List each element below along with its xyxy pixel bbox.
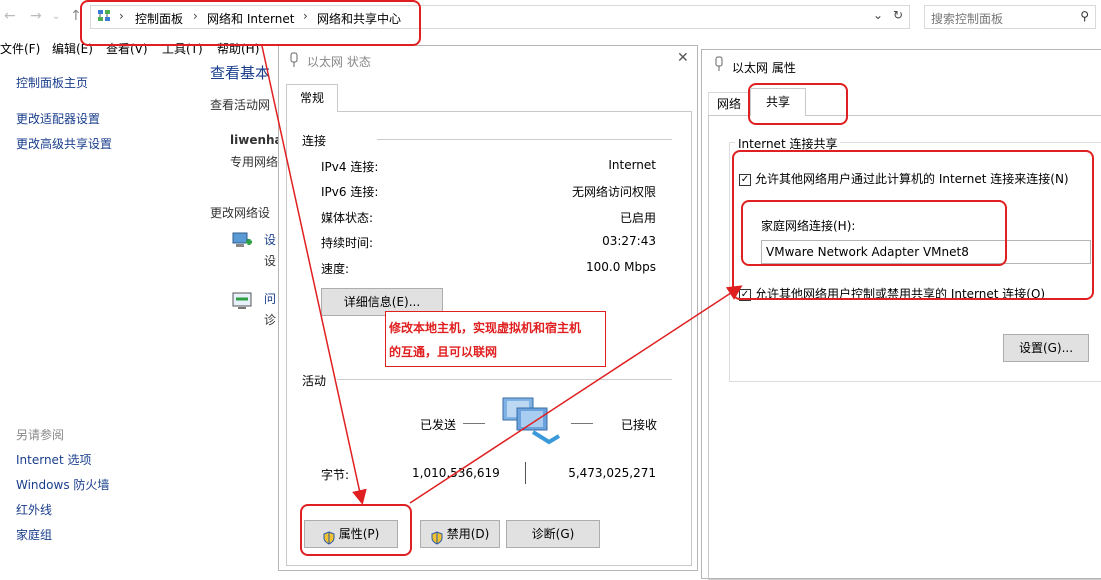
allow-connect-label: 允许其他网络用户通过此计算机的 Internet 连接来连接(N) <box>755 172 1069 186</box>
ethernet-status-dialog: 以太网 状态 ✕ 常规 连接 IPv4 连接: Internet IPv6 连接… <box>278 45 698 571</box>
menu-file[interactable]: 文件(F) <box>0 40 40 57</box>
disable-button-label: 禁用(D) <box>446 527 490 541</box>
see-also-infrared[interactable]: 红外线 <box>16 501 52 518</box>
ipv6-label: IPv6 连接: <box>321 185 379 199</box>
menu-edit[interactable]: 编辑(E) <box>52 40 93 57</box>
see-also-firewall[interactable]: Windows 防火墙 <box>16 476 109 493</box>
bytes-label: 字节: <box>321 468 350 482</box>
see-also-title: 另请参阅 <box>16 428 65 442</box>
tab-sharing[interactable]: 共享 <box>750 88 806 116</box>
active-networks-label: 查看活动网 <box>210 98 271 112</box>
network-name: liwenha <box>230 133 283 147</box>
tab-general[interactable]: 常规 <box>286 84 338 112</box>
breadcrumb-network-internet[interactable]: 网络和 Internet <box>207 10 294 27</box>
breadcrumb-control-panel[interactable]: 控制面板 <box>135 10 183 27</box>
speed-label: 速度: <box>321 262 350 276</box>
control-panel-icon <box>97 9 111 23</box>
see-also-internet-options[interactable]: Internet 选项 <box>16 451 91 468</box>
menu-help[interactable]: 帮助(H) <box>217 40 259 57</box>
menu-bar: 文件(F) 编辑(E) 查看(V) 工具(T) 帮助(H) <box>0 36 280 58</box>
back-icon[interactable]: ← <box>4 8 16 24</box>
breadcrumb-sep-icon: › <box>193 9 198 23</box>
search-input[interactable]: 搜索控制面板 ⚲ <box>924 5 1096 29</box>
duration-label: 持续时间: <box>321 236 374 250</box>
section-divider <box>337 379 672 380</box>
sidebar-item-adapter-settings[interactable]: 更改适配器设置 <box>16 110 100 127</box>
ics-group-title: Internet 连接共享 <box>735 135 841 152</box>
network-type: 专用网络 <box>230 155 279 169</box>
recv-line <box>571 423 593 424</box>
search-placeholder: 搜索控制面板 <box>931 12 1004 26</box>
network-plug-icon <box>289 52 299 68</box>
section-divider <box>377 139 672 140</box>
sharing-tab-panel: Internet 连接共享 ✓ 允许其他网络用户通过此计算机的 Internet … <box>708 115 1101 580</box>
connection-section-title: 连接 <box>302 134 327 148</box>
breadcrumb-sep-icon: › <box>303 9 308 23</box>
troubleshoot-desc: 诊 <box>264 313 277 327</box>
network-plug-icon <box>714 56 724 72</box>
breadcrumb-sep-icon: › <box>119 9 124 23</box>
sent-label: 已发送 <box>420 418 457 432</box>
address-bar-area: ← → ⌄ ↑ › 控制面板 › 网络和 Internet › 网络和共享中心 … <box>0 0 1101 36</box>
annotation-line-1: 修改本地主机，实现虚拟机和宿主机 <box>389 321 582 335</box>
sent-line <box>463 423 485 424</box>
props-dialog-title: 以太网 属性 <box>732 61 796 75</box>
bytes-received-value: 5,473,025,271 <box>568 466 656 480</box>
ipv4-label: IPv4 连接: <box>321 160 379 174</box>
ethernet-properties-dialog: 以太网 属性 网络 共享 Internet 连接共享 ✓ 允许其他网络用户通过此计… <box>701 49 1101 580</box>
change-settings-label: 更改网络设 <box>210 206 271 220</box>
allow-connect-row[interactable]: ✓ 允许其他网络用户通过此计算机的 Internet 连接来连接(N) <box>739 170 1069 187</box>
see-also-homegroup[interactable]: 家庭组 <box>16 526 52 543</box>
allow-control-label: 允许其他网络用户控制或禁用共享的 Internet 连接(O) <box>755 287 1046 301</box>
activity-section-title: 活动 <box>302 374 327 388</box>
bytes-sent-value: 1,010,536,619 <box>412 466 500 480</box>
speed-value: 100.0 Mbps <box>585 260 656 274</box>
disable-button[interactable]: 禁用(D) <box>420 520 500 548</box>
sidebar-item-home[interactable]: 控制面板主页 <box>16 74 88 91</box>
search-icon[interactable]: ⚲ <box>1080 9 1089 23</box>
menu-tools[interactable]: 工具(T) <box>162 40 203 57</box>
home-network-select[interactable]: VMware Network Adapter VMnet8 <box>761 240 1091 264</box>
annotation-box: 修改本地主机，实现虚拟机和宿主机 的互通，且可以联网 <box>385 311 606 367</box>
setup-connection-link[interactable]: 设 <box>264 231 276 248</box>
status-dialog-title: 以太网 状态 <box>307 55 371 69</box>
home-network-label: 家庭网络连接(H): <box>761 219 856 233</box>
bytes-divider <box>525 462 526 484</box>
troubleshoot-link[interactable]: 问 <box>264 290 276 307</box>
duration-value: 03:27:43 <box>602 234 656 248</box>
status-dialog-titlebar: 以太网 状态 ✕ <box>279 46 697 76</box>
troubleshoot-icon <box>230 290 254 312</box>
annotation-line-2: 的互通，且可以联网 <box>389 345 498 359</box>
ipv6-value: 无网络访问权限 <box>571 185 656 199</box>
media-state-label: 媒体状态: <box>321 211 374 225</box>
allow-control-row[interactable]: ✓ 允许其他网络用户控制或禁用共享的 Internet 连接(O) <box>739 285 1045 302</box>
new-connection-icon <box>230 230 254 252</box>
menu-view[interactable]: 查看(V) <box>106 40 148 57</box>
refresh-icon[interactable]: ↻ <box>893 8 903 22</box>
recent-chevron-icon[interactable]: ⌄ <box>52 11 60 22</box>
properties-button-label: 属性(P) <box>338 527 380 541</box>
allow-connect-checkbox[interactable]: ✓ <box>739 173 751 186</box>
received-label: 已接收 <box>621 418 658 432</box>
up-icon[interactable]: ↑ <box>70 8 82 24</box>
breadcrumb-sharing-center[interactable]: 网络和共享中心 <box>317 10 401 27</box>
setup-connection-desc: 设 <box>264 254 277 268</box>
address-bar[interactable]: › 控制面板 › 网络和 Internet › 网络和共享中心 ⌄ ↻ <box>90 5 910 29</box>
props-dialog-titlebar: 以太网 属性 <box>702 50 1101 80</box>
forward-icon[interactable]: → <box>30 8 42 24</box>
media-state-value: 已启用 <box>619 211 656 225</box>
properties-button[interactable]: 属性(P) <box>304 520 398 548</box>
close-icon[interactable]: ✕ <box>677 50 689 66</box>
shield-icon <box>431 528 443 545</box>
diagnose-button[interactable]: 诊断(G) <box>506 520 600 548</box>
settings-button[interactable]: 设置(G)... <box>1003 334 1089 362</box>
page-title: 查看基本 <box>210 64 271 82</box>
ipv4-value: Internet <box>608 158 656 172</box>
tab-network[interactable]: 网络 <box>708 92 750 116</box>
shield-icon <box>323 528 335 545</box>
sidebar-item-advanced-sharing[interactable]: 更改高级共享设置 <box>16 135 112 152</box>
allow-control-checkbox[interactable]: ✓ <box>739 288 751 301</box>
network-activity-icon <box>499 394 563 446</box>
dropdown-chevron-icon[interactable]: ⌄ <box>873 8 883 22</box>
